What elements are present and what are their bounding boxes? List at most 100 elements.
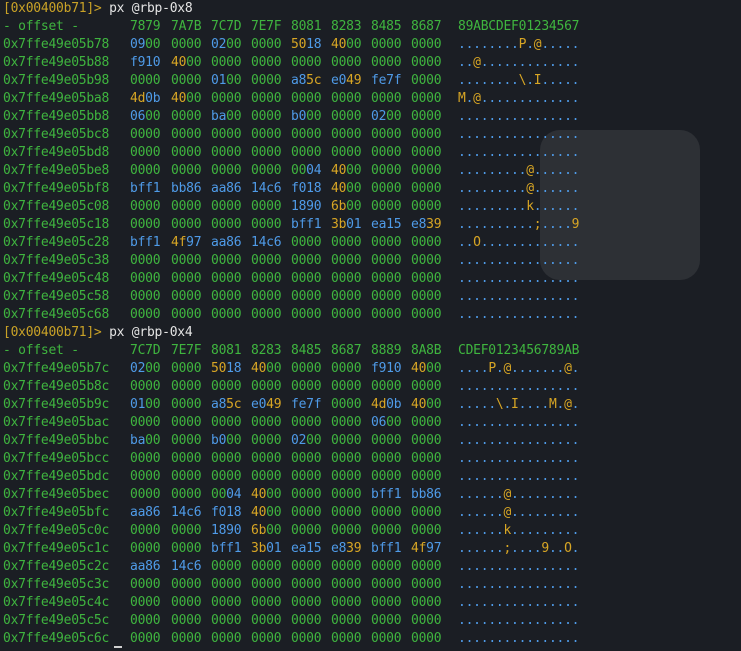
hex-word: f910 <box>371 360 402 378</box>
hex-byte: 00 <box>291 595 307 610</box>
ascii-column: .....\.I....M.@. <box>458 397 580 412</box>
hex-word: fe7f <box>371 72 402 90</box>
hex-word: 0000 <box>171 216 202 234</box>
hex-byte: 00 <box>266 487 282 502</box>
hex-byte: 00 <box>411 181 427 196</box>
hex-byte: 00 <box>306 361 322 376</box>
prompt-command[interactable]: px @rbp-0x4 <box>109 325 193 340</box>
hex-word: 0000 <box>291 558 322 576</box>
hex-byte: 00 <box>145 577 161 592</box>
hex-byte: 00 <box>130 253 146 268</box>
hexdump-row: 0x7ffe49e05bbc ba00 0000 b000 0000 0200 0000 00… <box>3 432 741 450</box>
hex-byte: 00 <box>251 469 267 484</box>
hex-word: 0000 <box>251 36 282 54</box>
hex-byte: ea <box>371 217 387 232</box>
hex-byte: 00 <box>346 397 362 412</box>
hex-word: 0000 <box>171 126 202 144</box>
hex-byte: bf <box>371 487 387 502</box>
hex-byte: 00 <box>291 379 307 394</box>
hex-word: 0000 <box>211 450 242 468</box>
hex-byte: 39 <box>346 541 362 556</box>
hex-byte: 00 <box>145 199 161 214</box>
hex-word: 0000 <box>251 468 282 486</box>
hex-byte: 00 <box>426 397 442 412</box>
hexdump-header: - offset - 7879 7A7B 7C7D 7E7F 8081 8283 8485 86… <box>3 18 741 36</box>
hex-byte: 00 <box>386 127 402 142</box>
hex-byte: 18 <box>306 181 322 196</box>
hex-word: 0600 <box>130 108 161 126</box>
hex-word: f910 <box>130 54 161 72</box>
hex-byte: 00 <box>346 289 362 304</box>
hex-byte: 00 <box>371 91 387 106</box>
hex-word: 0004 <box>291 162 322 180</box>
hex-byte: 00 <box>331 469 347 484</box>
hex-byte: 7f <box>306 397 322 412</box>
hex-byte: 00 <box>371 271 387 286</box>
hex-word: 0000 <box>411 144 442 162</box>
ascii-column: ................ <box>458 109 580 124</box>
hex-byte: 00 <box>371 469 387 484</box>
hex-word: e839 <box>411 216 442 234</box>
hex-byte: 00 <box>171 613 187 628</box>
column-header: 8687 <box>331 343 362 358</box>
hex-word: 0000 <box>411 468 442 486</box>
hex-word: 0000 <box>411 54 442 72</box>
hex-byte: 00 <box>331 505 347 520</box>
hex-byte: 00 <box>186 253 202 268</box>
hex-byte: 00 <box>371 595 387 610</box>
hex-word: 0000 <box>171 252 202 270</box>
hex-byte: 00 <box>386 631 402 646</box>
hex-word: 0000 <box>130 630 161 648</box>
hex-byte: 18 <box>211 523 227 538</box>
hex-byte: 00 <box>346 253 362 268</box>
hex-word: 0000 <box>171 594 202 612</box>
hex-byte: 3b <box>331 217 347 232</box>
hex-byte: 00 <box>291 451 307 466</box>
hex-word: 0000 <box>211 378 242 396</box>
hexdump-row: 0x7ffe49e05bdc 0000 0000 0000 0000 0000 0000 00… <box>3 468 741 486</box>
hex-byte: 00 <box>426 505 442 520</box>
hex-byte: 00 <box>251 109 267 124</box>
hex-byte: 00 <box>306 433 322 448</box>
prompt-address: [0x00400b71]> <box>3 1 102 16</box>
hex-word: 0000 <box>411 558 442 576</box>
hex-byte: 00 <box>346 451 362 466</box>
hex-byte: 00 <box>306 307 322 322</box>
hex-byte: 06 <box>130 109 146 124</box>
hex-word: 0000 <box>331 612 362 630</box>
hex-byte: c6 <box>186 559 202 574</box>
hex-byte: 00 <box>145 631 161 646</box>
hex-word: bb86 <box>171 180 202 198</box>
hex-byte: 00 <box>306 289 322 304</box>
hex-byte: 00 <box>346 91 362 106</box>
row-address: 0x7ffe49e05c68 <box>3 307 110 322</box>
hex-byte: 00 <box>291 469 307 484</box>
hex-word: 0000 <box>211 612 242 630</box>
hex-byte: 00 <box>145 433 161 448</box>
column-header: 7E7F <box>171 343 202 358</box>
terminal-window[interactable]: [0x00400b71]> px @rbp-0x8 - offset -7879 7… <box>0 0 741 651</box>
hex-word: 0000 <box>331 450 362 468</box>
hex-word: 0000 <box>331 486 362 504</box>
hex-byte: 00 <box>251 271 267 286</box>
hex-byte: 00 <box>306 559 322 574</box>
hexdump-row: 0x7ffe49e05c2c aa86 14c6 0000 0000 0000 0000 00… <box>3 558 741 576</box>
hex-word: 0000 <box>251 126 282 144</box>
hexdump-row: 0x7ffe49e05ba8 4d0b 4000 0000 0000 0000 0000 00… <box>3 90 741 108</box>
hex-byte: 00 <box>266 469 282 484</box>
hex-word: 0000 <box>331 144 362 162</box>
hex-word: 0000 <box>130 612 161 630</box>
prompt-command[interactable]: px @rbp-0x8 <box>109 1 193 16</box>
hex-word: 0000 <box>411 36 442 54</box>
hex-byte: 00 <box>145 163 161 178</box>
row-address: 0x7ffe49e05c48 <box>3 271 110 286</box>
hex-word: 0000 <box>331 288 362 306</box>
hex-word: 0000 <box>371 126 402 144</box>
hex-byte: 00 <box>331 289 347 304</box>
hex-byte: 00 <box>346 523 362 538</box>
hex-word: 0000 <box>411 612 442 630</box>
hex-byte: 00 <box>371 37 387 52</box>
hex-byte: 0b <box>386 397 402 412</box>
hex-word: 0000 <box>371 612 402 630</box>
hex-word: aa86 <box>211 234 242 252</box>
